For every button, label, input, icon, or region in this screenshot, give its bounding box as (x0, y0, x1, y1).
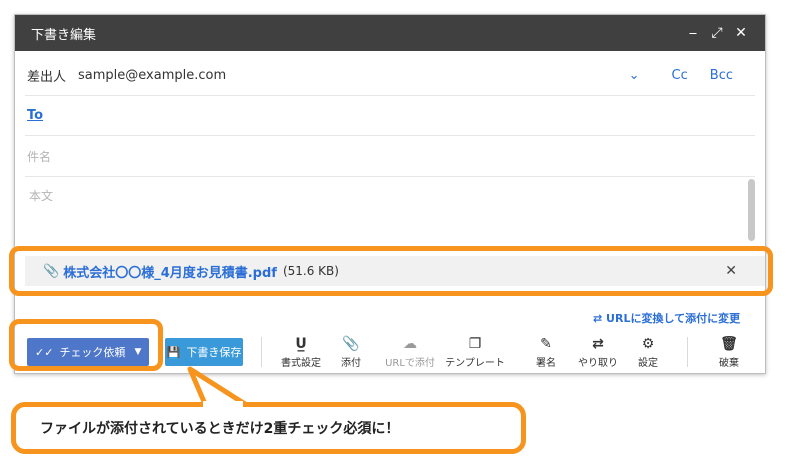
annotation-callout: ファイルが添付されているときだけ2重チェック必須に！ (11, 402, 526, 454)
callout-pointer (187, 366, 248, 407)
callout-text: ファイルが添付されているときだけ2重チェック必須に！ (40, 421, 400, 437)
